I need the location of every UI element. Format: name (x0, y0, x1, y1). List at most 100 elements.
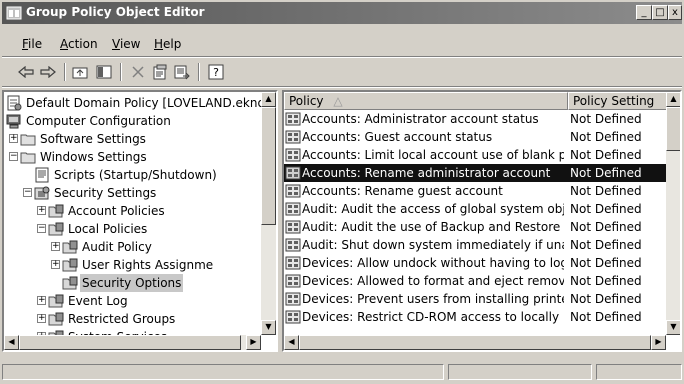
tree-item-label: Restricted Groups (68, 312, 176, 326)
menu-view[interactable]: View (112, 37, 140, 51)
policy-row[interactable]: Devices: Allow undock without having to … (284, 254, 670, 272)
list-scroll-right-button[interactable]: ▶ (651, 335, 666, 350)
list-hscroll-thumb[interactable] (299, 335, 651, 350)
list-pane[interactable]: Policy △ Policy Setting Accounts: Admini… (282, 90, 682, 352)
policy-row[interactable]: Devices: Prevent users from installing p… (284, 290, 670, 308)
tree-pane[interactable]: Default Domain Policy [LOVELAND.eknow − Co… (2, 90, 278, 352)
tree-item-label: Scripts (Startup/Shutdown) (54, 168, 217, 182)
policy-row[interactable]: Audit: Shut down system immediately if u… (284, 236, 670, 254)
policy-row[interactable]: Accounts: Guest account status Not Define… (284, 128, 670, 146)
properties-icon[interactable] (150, 62, 170, 82)
help-icon[interactable]: ? (206, 62, 226, 82)
policy-setting-icon (285, 237, 301, 253)
policy-setting-value: Not Defined (570, 130, 642, 144)
forward-arrow-icon[interactable] (38, 62, 58, 82)
security-folder-icon (48, 311, 64, 327)
policy-setting-icon (285, 129, 301, 145)
menu-file-rest: ile (28, 37, 43, 51)
tree-horizontal-scrollbar[interactable]: ◀ ▶ (4, 335, 261, 350)
tree-item-label: Default Domain Policy [LOVELAND.eknow (26, 96, 275, 110)
status-bar (2, 362, 682, 382)
expand-icon[interactable]: + (37, 314, 46, 323)
folder-icon (20, 149, 36, 165)
list-vertical-scrollbar[interactable]: ▲ ▼ (666, 92, 680, 335)
policy-name: Audit: Audit the use of Backup and Resto… (302, 220, 564, 234)
policy-name: Devices: Restrict CD-ROM access to local… (302, 310, 564, 324)
tree-scroll-up-button[interactable]: ▲ (261, 92, 276, 107)
computer-icon (6, 113, 22, 129)
policy-row[interactable]: Accounts: Limit local account use of bla… (284, 146, 670, 164)
list-scroll-left-button[interactable]: ◀ (284, 335, 299, 350)
menu-file[interactable]: File (22, 37, 42, 51)
maximize-button[interactable]: □ (652, 5, 668, 20)
policy-row[interactable]: Devices: Restrict CD-ROM access to local… (284, 308, 670, 326)
back-arrow-icon[interactable] (16, 62, 36, 82)
menu-view-rest: iew (119, 37, 141, 51)
list-horizontal-scrollbar[interactable]: ◀ ▶ (284, 335, 666, 350)
policy-row[interactable]: Audit: Audit the access of global system… (284, 200, 670, 218)
tree-item-label: User Rights Assignme (82, 258, 214, 272)
security-folder-icon (62, 275, 78, 291)
expand-icon[interactable]: + (9, 134, 18, 143)
expand-icon[interactable]: + (37, 206, 46, 215)
policy-setting-value: Not Defined (570, 166, 642, 180)
collapse-icon[interactable]: − (37, 224, 46, 233)
tree-scroll-right-button[interactable]: ▶ (246, 335, 261, 350)
policy-name: Devices: Allowed to format and eject rem… (302, 274, 564, 288)
policy-setting-icon (285, 219, 301, 235)
policy-row[interactable]: Audit: Audit the use of Backup and Resto… (284, 218, 670, 236)
policy-row[interactable]: Accounts: Rename guest account Not Define… (284, 182, 670, 200)
column-header-policy-setting[interactable]: Policy Setting (568, 92, 670, 110)
policy-setting-icon (285, 309, 301, 325)
security-folder-icon (48, 221, 64, 237)
policy-setting-value: Not Defined (570, 220, 642, 234)
expand-icon[interactable]: + (51, 242, 60, 251)
close-button[interactable]: x (668, 5, 682, 20)
expand-icon[interactable]: + (51, 260, 60, 269)
export-list-icon[interactable] (172, 62, 192, 82)
tree-scroll-thumb[interactable] (261, 107, 276, 225)
policy-setting-value: Not Defined (570, 148, 642, 162)
status-panel-main (2, 364, 444, 380)
policy-setting-value: Not Defined (570, 238, 642, 252)
policy-name: Devices: Prevent users from installing p… (302, 292, 564, 306)
tree-item-label: Windows Settings (40, 150, 147, 164)
policy-row[interactable]: Devices: Allowed to format and eject rem… (284, 272, 670, 290)
collapse-icon[interactable]: − (2, 116, 4, 125)
security-folder-icon (48, 293, 64, 309)
delete-icon[interactable] (128, 62, 148, 82)
tree-scroll-left-button[interactable]: ◀ (4, 335, 19, 350)
expand-icon[interactable]: + (37, 296, 46, 305)
tree-vertical-scrollbar[interactable]: ▲ ▼ (261, 92, 276, 335)
menu-help[interactable]: Help (154, 37, 181, 51)
tree-item-label: Account Policies (68, 204, 165, 218)
up-folder-icon[interactable] (70, 62, 90, 82)
policy-name: Accounts: Limit local account use of bla… (302, 148, 564, 162)
collapse-icon[interactable]: − (23, 188, 32, 197)
policy-setting-value: Not Defined (570, 184, 642, 198)
toolbar-separator (64, 63, 66, 81)
policy-row[interactable]: Accounts: Rename administrator account No… (284, 164, 670, 182)
menu-action-rest: ction (68, 37, 98, 51)
security-folder-icon (62, 239, 78, 255)
menu-action[interactable]: Action (60, 37, 98, 51)
tree-scroll-down-button[interactable]: ▼ (261, 320, 276, 335)
collapse-icon[interactable]: − (9, 152, 18, 161)
column-header-policy[interactable]: Policy △ (284, 92, 568, 110)
toolbar-separator-2 (120, 63, 122, 81)
policy-row[interactable]: Accounts: Administrator account status No… (284, 110, 670, 128)
menu-view-key: V (112, 37, 120, 51)
group-policy-editor-window: Group Policy Object Editor _ □ x File Ac… (0, 0, 684, 384)
tree-hscroll-thumb[interactable] (19, 335, 241, 350)
show-hide-tree-icon[interactable] (94, 62, 114, 82)
status-panel-2 (448, 364, 592, 380)
menu-help-rest: elp (163, 37, 182, 51)
policy-name: Accounts: Guest account status (302, 130, 493, 144)
list-scroll-thumb[interactable] (666, 107, 680, 151)
list-scroll-up-button[interactable]: ▲ (666, 92, 680, 107)
title-bar[interactable]: Group Policy Object Editor _ □ x (2, 2, 682, 24)
list-scroll-down-button[interactable]: ▼ (666, 320, 680, 335)
policy-setting-icon (285, 183, 301, 199)
policy-setting-icon (285, 255, 301, 271)
minimize-button[interactable]: _ (636, 5, 652, 20)
